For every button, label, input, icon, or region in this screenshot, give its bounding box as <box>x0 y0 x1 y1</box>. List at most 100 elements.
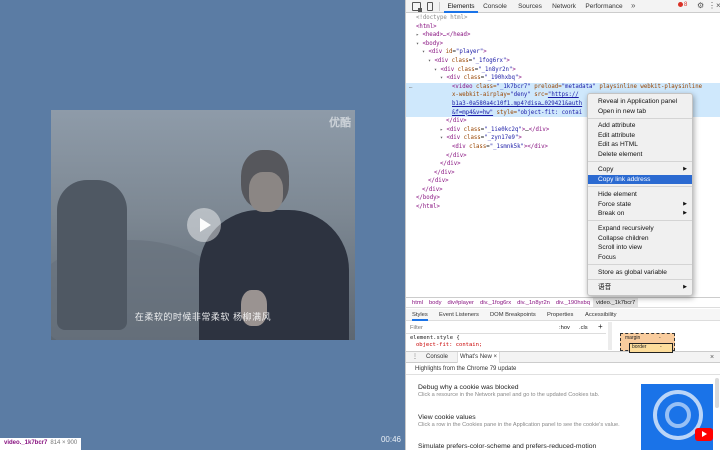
tab-sources[interactable]: Sources <box>516 0 544 13</box>
tab-network[interactable]: Network <box>550 0 578 13</box>
hover-state-button[interactable]: :hov <box>559 322 570 334</box>
collapse-triangle-icon[interactable]: ▾ <box>434 67 437 73</box>
menu-item-collapse-children[interactable]: Collapse children <box>588 234 692 244</box>
styles-filter-input[interactable] <box>410 324 540 332</box>
menu-item-open-in-new-tab[interactable]: Open in new tab <box>588 107 692 117</box>
menu-item-scroll-into-view[interactable]: Scroll into view <box>588 243 692 253</box>
class-toggle-button[interactable]: .cls <box>579 322 588 334</box>
dom-line[interactable]: ▾ <body> <box>406 40 720 49</box>
subtab-styles[interactable]: Styles <box>412 309 428 321</box>
dom-attr-name: x-webkit-airplay= <box>452 92 511 99</box>
more-tabs-button[interactable]: » <box>631 0 635 13</box>
menu-item-copy-link-address[interactable]: Copy link address <box>588 174 692 184</box>
breadcrumb: html body div#player div._1fog6rx div._1n8yr… <box>406 297 720 308</box>
styles-scrollbar[interactable] <box>608 322 612 350</box>
breadcrumb-item[interactable]: div._1n8yr2n <box>514 298 553 307</box>
whats-new-item[interactable]: Simulate prefers-color-scheme and prefer… <box>418 443 638 450</box>
dom-line-selected[interactable]: … <video class="_1k7bcr7" preload="metada… <box>406 82 720 92</box>
collapse-triangle-icon[interactable]: ▾ <box>440 75 443 81</box>
breadcrumb-item[interactable]: div._190hxbq <box>553 298 593 307</box>
selected-node-marker: … <box>409 83 413 90</box>
dom-line[interactable]: ▾ <div class="_1fog6rx"> <box>406 57 720 66</box>
play-button[interactable] <box>187 208 221 242</box>
drawer-tab-console[interactable]: Console <box>426 352 448 363</box>
box-border-value[interactable]: - <box>660 344 662 350</box>
expand-triangle-icon[interactable]: ▸ <box>440 127 443 133</box>
dom-attr-value: "deny" <box>510 92 531 99</box>
collapse-triangle-icon[interactable]: ▾ <box>422 49 425 55</box>
dom-line[interactable]: ▾ <div class="_1n8yr2n"> <box>406 66 720 75</box>
breadcrumb-item[interactable]: div#player <box>445 298 477 307</box>
breadcrumb-item[interactable]: html <box>409 298 426 307</box>
menu-item-focus[interactable]: Focus <box>588 253 692 263</box>
subtab-accessibility[interactable]: Accessibility <box>585 309 617 321</box>
dom-tag: </div> <box>446 118 467 125</box>
style-rule-property[interactable]: object-fit: contain; <box>410 342 606 349</box>
menu-divider <box>588 161 692 162</box>
tab-elements[interactable]: Elements <box>444 0 478 13</box>
subtab-event-listeners[interactable]: Event Listeners <box>439 309 479 321</box>
tab-performance[interactable]: Performance <box>584 0 624 13</box>
menu-item-edit-attribute[interactable]: Edit attribute <box>588 131 692 141</box>
menu-item-speech[interactable]: 语音 ▶ <box>588 283 692 293</box>
inspect-icon[interactable] <box>412 2 422 12</box>
dom-src-link[interactable]: b1a3-0a580a4c10f1.mp4?disa…029421&auth <box>452 101 582 107</box>
tab-console[interactable]: Console <box>482 0 508 13</box>
whats-new-item[interactable]: Debug why a cookie was blocked Click a r… <box>418 384 638 399</box>
close-tab-icon[interactable]: × <box>494 354 498 360</box>
box-margin-value[interactable]: - <box>659 335 661 341</box>
video-time: 00:46 <box>380 435 401 444</box>
menu-item-reveal-in-application[interactable]: Reveal in Application panel <box>588 97 692 107</box>
menu-item-label: 语音 <box>598 284 612 291</box>
menu-item-hide-element[interactable]: Hide element <box>588 190 692 200</box>
devtools-toolbar: Elements Console Sources Network Perform… <box>406 0 720 13</box>
dom-line[interactable]: ▾ <div class="_190hxbq"> <box>406 74 720 83</box>
dom-src-link[interactable]: "https:// <box>548 92 579 98</box>
video-watermark-logo: 优酷 <box>329 116 351 129</box>
dom-line[interactable]: ▸ <head>…</head> <box>406 31 720 40</box>
dom-attr-name: class <box>463 135 481 142</box>
drawer-menu-icon[interactable]: ⋮ <box>412 352 418 363</box>
breadcrumb-item[interactable]: div._1fog6rx <box>477 298 514 307</box>
subtab-dom-breakpoints[interactable]: DOM Breakpoints <box>490 309 536 321</box>
menu-item-store-as-global-variable[interactable]: Store as global variable <box>588 268 692 278</box>
expand-triangle-icon[interactable]: ▸ <box>416 32 419 38</box>
menu-item-delete-element[interactable]: Delete element <box>588 150 692 160</box>
dom-line[interactable]: ▾ <div id="player"> <box>406 48 720 57</box>
close-icon[interactable]: × <box>716 1 720 10</box>
dom-tag: <html> <box>416 23 437 30</box>
menu-item-break-on[interactable]: Break on ▶ <box>588 209 692 219</box>
menu-item-expand-recursively[interactable]: Expand recursively <box>588 224 692 234</box>
dom-src-link[interactable]: &f=mp4&v=hw" <box>452 110 493 116</box>
menu-item-copy[interactable]: Copy ▶ <box>588 165 692 175</box>
video-play-icon[interactable] <box>695 428 713 441</box>
gear-icon[interactable]: ⚙ <box>697 2 704 10</box>
dom-line[interactable]: <!doctype html> <box>406 14 720 23</box>
close-drawer-icon[interactable]: × <box>710 352 714 363</box>
dom-attr-name: style= <box>496 109 518 116</box>
menu-item-force-state[interactable]: Force state ▶ <box>588 200 692 210</box>
menu-item-edit-as-html[interactable]: Edit as HTML <box>588 140 692 150</box>
collapse-triangle-icon[interactable]: ▾ <box>428 58 431 64</box>
dom-doctype: <!doctype html> <box>416 15 468 21</box>
new-style-rule-button[interactable]: + <box>598 321 603 333</box>
whats-new-scrollbar[interactable] <box>715 378 719 408</box>
kebab-icon[interactable]: ⋮ <box>708 2 716 10</box>
device-toolbar-icon[interactable] <box>427 2 433 11</box>
style-rule-selector[interactable]: element.style { <box>410 335 606 342</box>
collapse-triangle-icon[interactable]: ▾ <box>416 41 419 47</box>
dom-attr-name: class <box>451 57 469 64</box>
breadcrumb-item-active[interactable]: video._1k7bcr7 <box>592 298 639 307</box>
menu-divider <box>588 220 692 221</box>
breadcrumb-item[interactable]: body <box>426 298 445 307</box>
whats-new-item[interactable]: View cookie values Click a row in the Co… <box>418 414 638 429</box>
subtab-properties[interactable]: Properties <box>547 309 573 321</box>
dom-tag: </div> <box>428 178 449 185</box>
dom-line[interactable]: <html> <box>406 23 720 32</box>
error-counter[interactable]: 8 <box>678 2 687 8</box>
menu-item-add-attribute[interactable]: Add attribute <box>588 121 692 131</box>
drawer-tab-whats-new[interactable]: What's New × <box>457 352 501 363</box>
video-player[interactable]: 优酷 在柔软的时候非常柔软 杨柳满风 <box>51 110 355 340</box>
collapse-triangle-icon[interactable]: ▾ <box>440 135 443 141</box>
dom-tag: </div> <box>440 161 461 168</box>
